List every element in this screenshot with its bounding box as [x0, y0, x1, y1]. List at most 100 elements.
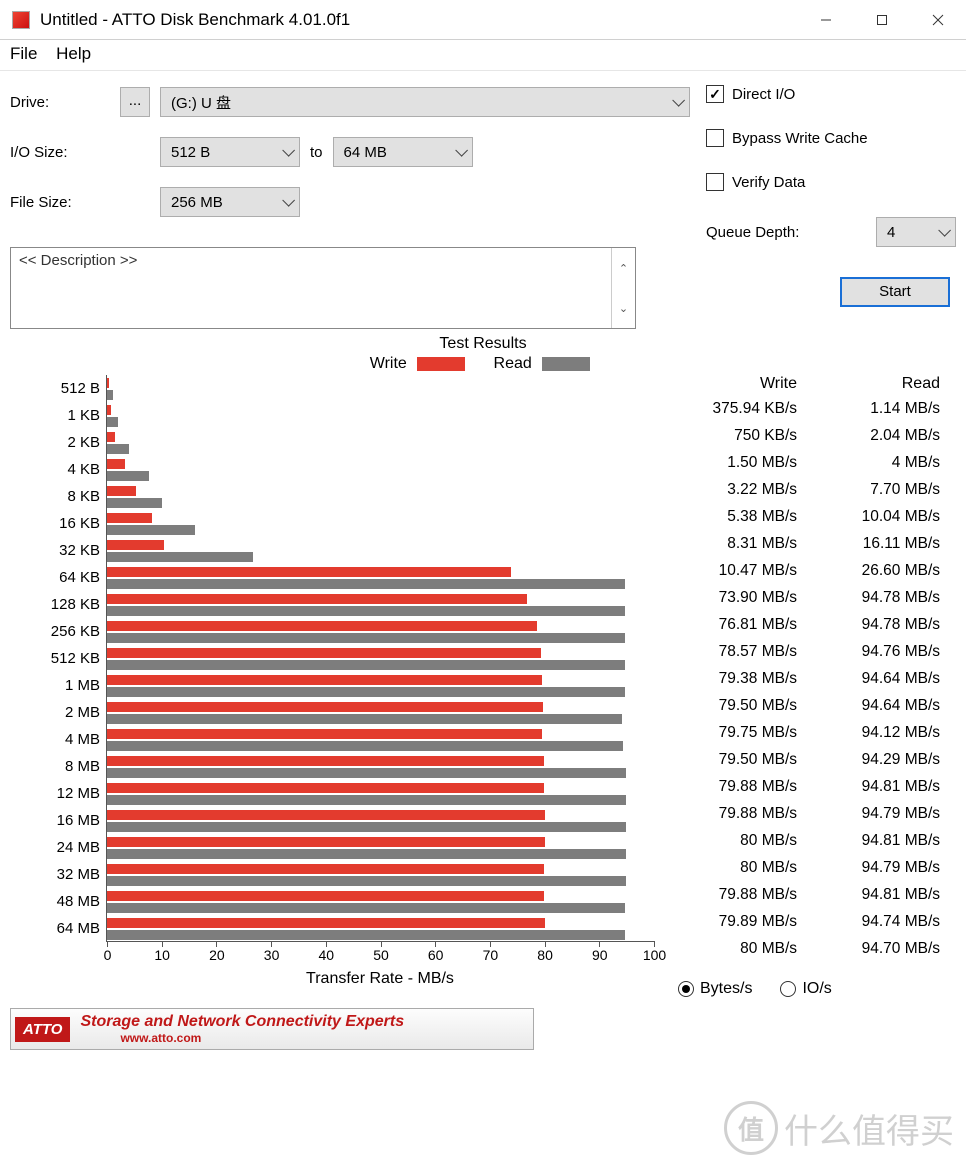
legend-write-swatch [417, 357, 465, 371]
chart-ylabel: 16 KB [10, 510, 106, 537]
iosize-to-select[interactable]: 64 MB [333, 137, 473, 167]
bar-write [107, 405, 111, 415]
directio-checkbox[interactable]: Direct I/O [706, 85, 956, 103]
cell-write: 80 MB/s [670, 940, 813, 958]
table-row: 80 MB/s94.79 MB/s [670, 854, 956, 881]
chart-bar-row [107, 726, 654, 753]
chart-bar-row [107, 645, 654, 672]
watermark-icon: 值 [724, 1101, 778, 1155]
chart-ylabel: 32 MB [10, 861, 106, 888]
table-row: 76.81 MB/s94.78 MB/s [670, 611, 956, 638]
chevron-up-icon[interactable]: ⌃ [612, 248, 635, 288]
filesize-value: 256 MB [171, 194, 223, 211]
bar-read [107, 417, 118, 427]
chart-bar-row [107, 591, 654, 618]
cell-write: 79.89 MB/s [670, 913, 813, 931]
chart-bar-row [107, 753, 654, 780]
bar-write [107, 459, 125, 469]
bar-read [107, 795, 626, 805]
drive-browse-button[interactable]: ... [120, 87, 150, 117]
minimize-button[interactable] [798, 0, 854, 40]
table-row: 375.94 KB/s1.14 MB/s [670, 395, 956, 422]
chart-bar-row [107, 888, 654, 915]
queuedepth-select[interactable]: 4 [876, 217, 956, 247]
cell-read: 4 MB/s [813, 454, 956, 472]
menu-help[interactable]: Help [56, 44, 91, 63]
cell-write: 80 MB/s [670, 832, 813, 850]
radio-io-label: IO/s [802, 980, 831, 998]
results-table: Write Read 375.94 KB/s1.14 MB/s750 KB/s2… [670, 375, 956, 998]
table-row: 73.90 MB/s94.78 MB/s [670, 584, 956, 611]
cell-write: 375.94 KB/s [670, 400, 813, 418]
checkbox-icon [706, 129, 724, 147]
bar-write [107, 513, 152, 523]
bar-read [107, 552, 253, 562]
verify-checkbox[interactable]: Verify Data [706, 173, 956, 191]
bar-read [107, 390, 113, 400]
bar-read [107, 633, 625, 643]
chevron-down-icon[interactable]: ⌄ [612, 288, 635, 328]
checkbox-icon [706, 173, 724, 191]
chart-bar-row [107, 861, 654, 888]
description-box[interactable]: << Description >> ⌃ ⌄ [10, 247, 636, 329]
banner-url: www.atto.com [120, 1031, 404, 1045]
cell-write: 73.90 MB/s [670, 589, 813, 607]
bar-read [107, 579, 625, 589]
bypass-checkbox[interactable]: Bypass Write Cache [706, 129, 956, 147]
table-row: 79.88 MB/s94.81 MB/s [670, 773, 956, 800]
menubar: File Help [0, 40, 966, 71]
chart-ylabel: 512 B [10, 375, 106, 402]
menu-file[interactable]: File [10, 44, 37, 63]
description-text: << Description >> [11, 248, 611, 328]
description-scroll[interactable]: ⌃ ⌄ [611, 248, 635, 328]
cell-read: 94.81 MB/s [813, 778, 956, 796]
iosize-from-value: 512 B [171, 144, 210, 161]
maximize-button[interactable] [854, 0, 910, 40]
chart-ylabel: 2 KB [10, 429, 106, 456]
cell-write: 8.31 MB/s [670, 535, 813, 553]
cell-write: 79.88 MB/s [670, 886, 813, 904]
close-button[interactable] [910, 0, 966, 40]
chevron-down-icon [938, 224, 947, 241]
bar-read [107, 768, 626, 778]
queuedepth-value: 4 [887, 224, 895, 241]
chart-ylabel: 32 KB [10, 537, 106, 564]
chart-bar-row [107, 429, 654, 456]
cell-write: 3.22 MB/s [670, 481, 813, 499]
radio-io[interactable]: IO/s [780, 980, 831, 998]
cell-read: 94.29 MB/s [813, 751, 956, 769]
radio-bytes[interactable]: Bytes/s [678, 980, 752, 998]
start-button[interactable]: Start [840, 277, 950, 307]
chart-xtick: 40 [326, 941, 327, 947]
table-row: 79.50 MB/s94.64 MB/s [670, 692, 956, 719]
table-row: 79.89 MB/s94.74 MB/s [670, 908, 956, 935]
col-write-header: Write [670, 375, 813, 393]
table-row: 5.38 MB/s10.04 MB/s [670, 503, 956, 530]
legend-write-label: Write [370, 355, 407, 372]
bar-read [107, 606, 625, 616]
chart-ylabel: 1 KB [10, 402, 106, 429]
cell-read: 94.64 MB/s [813, 670, 956, 688]
chart-ylabel: 4 MB [10, 726, 106, 753]
cell-read: 94.79 MB/s [813, 859, 956, 877]
bar-write [107, 675, 542, 685]
atto-banner[interactable]: ATTO Storage and Network Connectivity Ex… [10, 1008, 534, 1050]
cell-read: 16.11 MB/s [813, 535, 956, 553]
chart-bar-row [107, 510, 654, 537]
table-row: 10.47 MB/s26.60 MB/s [670, 557, 956, 584]
bar-write [107, 891, 544, 901]
chart-xtick: 20 [216, 941, 217, 947]
chart-ylabel: 512 KB [10, 645, 106, 672]
filesize-select[interactable]: 256 MB [160, 187, 300, 217]
table-row: 8.31 MB/s16.11 MB/s [670, 530, 956, 557]
chart-xtick: 0 [107, 941, 108, 947]
table-row: 80 MB/s94.70 MB/s [670, 935, 956, 962]
iosize-from-select[interactable]: 512 B [160, 137, 300, 167]
cell-read: 10.04 MB/s [813, 508, 956, 526]
bar-write [107, 540, 164, 550]
bar-write [107, 783, 544, 793]
bar-read [107, 741, 623, 751]
chevron-down-icon [282, 144, 291, 161]
iosize-to-value: 64 MB [344, 144, 387, 161]
drive-select[interactable]: (G:) U 盘 [160, 87, 690, 117]
